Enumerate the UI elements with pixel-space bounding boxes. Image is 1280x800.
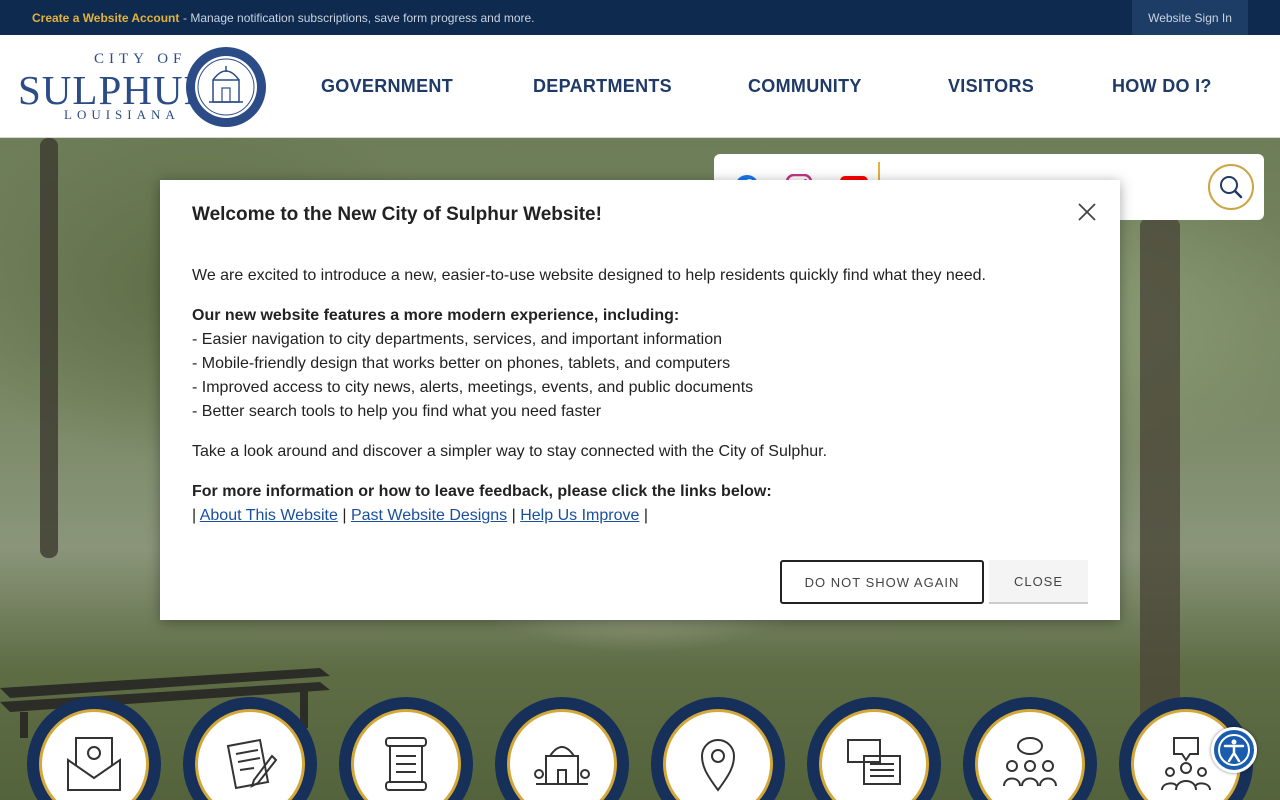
nav-government[interactable]: GOVERNMENT [321,35,453,138]
city-seal-icon [186,47,266,127]
link-separator: | [643,507,648,524]
quick-link-inner [975,709,1085,800]
quick-link-inner [351,709,461,800]
nav-how-do-i[interactable]: HOW DO I? [1112,35,1212,138]
quick-link-inner [39,709,149,800]
logo-state: LOUISIANA [64,107,180,122]
tree-trunk-decor [1140,218,1180,738]
welcome-modal: Welcome to the New City of Sulphur Websi… [160,180,1120,620]
top-utility-bar: Create a Website Account - Manage notifi… [0,0,1280,35]
about-this-website-link[interactable]: About This Website [200,507,338,524]
website-sign-in-button[interactable]: Website Sign In [1132,0,1248,35]
modal-closing: Take a look around and discover a simple… [192,443,828,460]
nav-departments[interactable]: DEPARTMENTS [533,35,672,138]
link-separator: | [511,507,516,524]
site-header: CITY OF SULPHUR LOUISIANA GOVERNMENT DEP… [0,35,1280,138]
modal-features-heading: Our new website features a more modern e… [192,307,680,324]
modal-feature-item: - Improved access to city news, alerts, … [192,379,754,396]
close-icon[interactable] [1077,202,1097,222]
feedback-icon [1161,737,1211,791]
quick-link-inner [663,709,773,800]
modal-feedback-heading: For more information or how to leave fee… [192,483,772,500]
city-logo[interactable]: CITY OF SULPHUR LOUISIANA [18,45,268,131]
create-account-description: - Manage notification subscriptions, sav… [183,11,535,25]
quick-link-inner [195,709,305,800]
accessibility-icon [1218,734,1250,766]
link-separator: | [192,507,197,524]
modal-feature-item: - Better search tools to help you find w… [192,403,602,420]
city-hall-icon [534,746,590,785]
quick-link-inner [819,709,929,800]
news-icon [847,739,901,785]
quick-link-inner [507,709,617,800]
link-separator: | [342,507,347,524]
nav-visitors[interactable]: VISITORS [948,35,1034,138]
map-location-icon [700,739,736,792]
search-icon [1220,176,1243,199]
modal-feature-item: - Easier navigation to city departments,… [192,331,723,348]
modal-feature-item: - Mobile-friendly design that works bett… [192,355,731,372]
past-website-designs-link[interactable]: Past Website Designs [351,507,507,524]
modal-intro: We are excited to introduce a new, easie… [192,267,986,284]
meetings-icon [1003,737,1057,787]
create-account-link[interactable]: Create a Website Account [32,11,179,25]
documents-icon [385,737,427,791]
search-button[interactable] [1208,164,1254,210]
accessibility-button[interactable] [1211,727,1257,773]
do-not-show-again-button[interactable]: DO NOT SHOW AGAIN [780,560,984,604]
nav-community[interactable]: COMMUNITY [748,35,862,138]
forms-icon [226,738,278,790]
lamp-post-decor [40,138,58,558]
modal-links-row: | About This Website | Past Website Desi… [192,507,648,525]
notify-me-icon [67,737,121,791]
modal-title: Welcome to the New City of Sulphur Websi… [192,204,602,225]
close-button[interactable]: CLOSE [989,560,1088,604]
help-us-improve-link[interactable]: Help Us Improve [520,507,639,524]
